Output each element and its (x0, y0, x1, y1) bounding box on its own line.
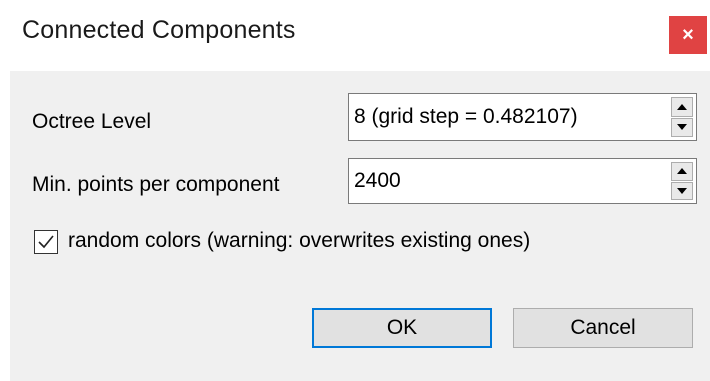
octree-level-up-button[interactable] (671, 97, 693, 117)
min-points-down-button[interactable] (671, 181, 693, 200)
octree-level-value[interactable]: 8 (grid step = 0.482107) (354, 94, 578, 140)
octree-level-stepper (671, 97, 693, 137)
arrow-up-icon (677, 168, 687, 175)
octree-level-down-button[interactable] (671, 117, 693, 137)
arrow-down-icon (677, 187, 687, 194)
random-colors-label[interactable]: random colors (warning: overwrites exist… (68, 229, 530, 253)
min-points-value[interactable]: 2400 (354, 159, 401, 203)
arrow-up-icon (677, 103, 687, 110)
cancel-button[interactable]: Cancel (513, 308, 693, 348)
min-points-label: Min. points per component (32, 173, 280, 196)
dialog-title: Connected Components (22, 16, 296, 44)
checkmark-icon (38, 235, 54, 249)
title-bar: Connected Components × (0, 0, 710, 68)
close-button[interactable]: × (669, 16, 707, 54)
min-points-spinbox[interactable]: 2400 (348, 158, 697, 204)
ok-button[interactable]: OK (312, 308, 492, 348)
random-colors-checkbox[interactable] (34, 230, 58, 254)
arrow-down-icon (677, 124, 687, 131)
min-points-up-button[interactable] (671, 162, 693, 181)
octree-level-label: Octree Level (32, 110, 152, 133)
min-points-stepper (671, 162, 693, 200)
octree-level-spinbox[interactable]: 8 (grid step = 0.482107) (348, 93, 697, 141)
dialog-body: Octree Level 8 (grid step = 0.482107) Mi… (10, 71, 710, 381)
close-icon: × (682, 24, 694, 46)
